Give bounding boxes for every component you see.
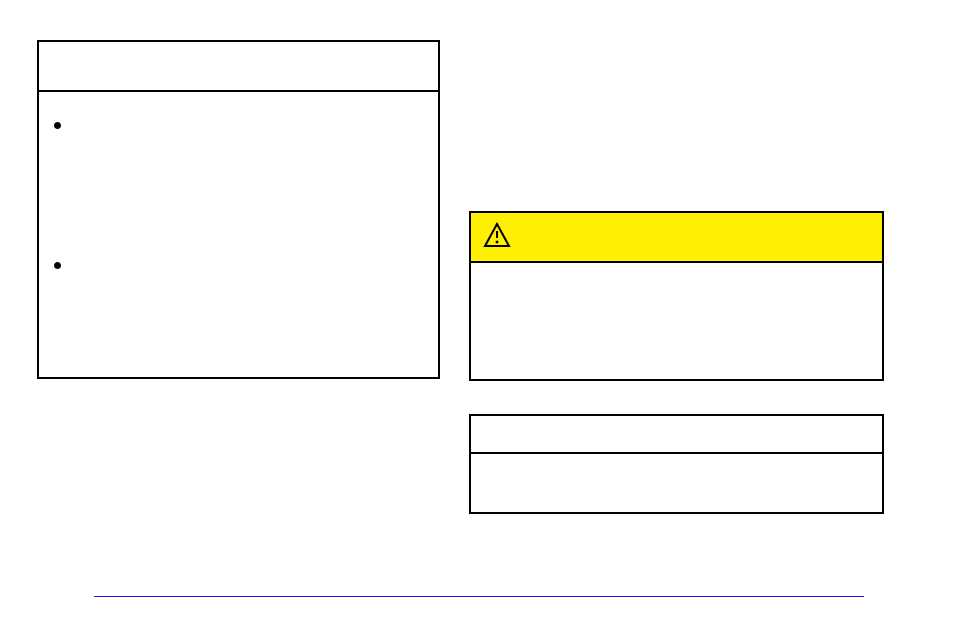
bullet-icon	[54, 262, 61, 269]
notice-panel	[469, 414, 884, 514]
warning-triangle-icon	[483, 222, 511, 253]
bullet-icon	[54, 122, 61, 129]
warning-panel-header	[471, 213, 882, 263]
notice-panel-header	[471, 416, 882, 454]
notice-panel-body	[471, 454, 882, 512]
left-panel-header	[39, 42, 438, 92]
left-panel-body	[39, 92, 438, 377]
horizontal-divider	[94, 596, 864, 597]
left-panel	[37, 40, 440, 379]
warning-panel	[469, 211, 884, 381]
warning-panel-body	[471, 263, 882, 379]
